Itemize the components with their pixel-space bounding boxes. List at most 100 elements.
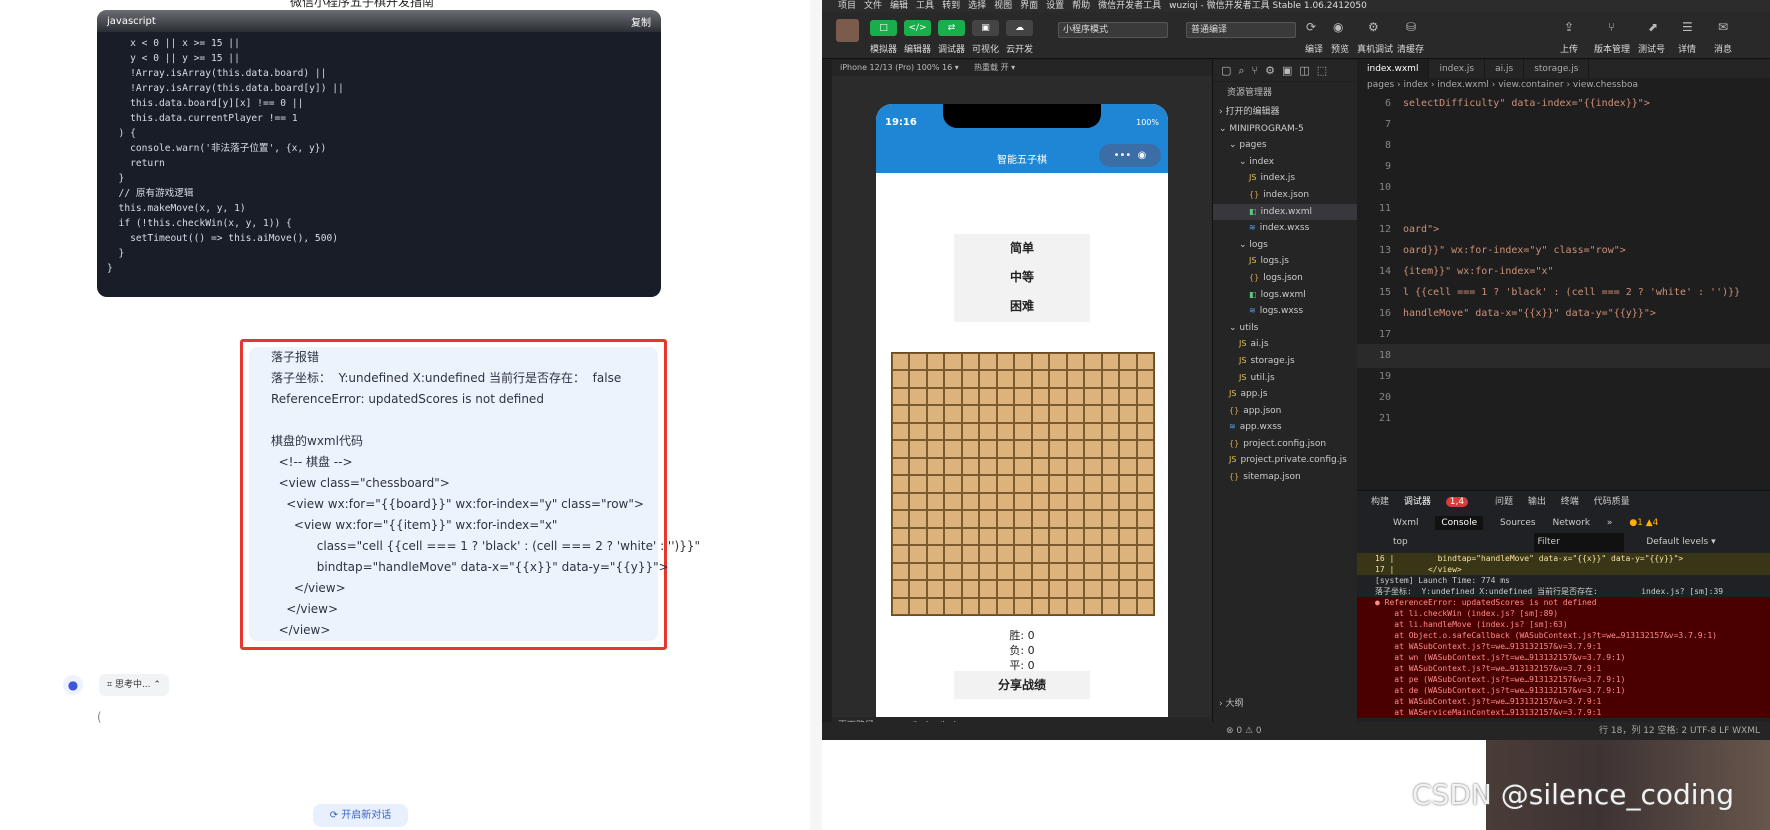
board-cell[interactable]: [1014, 492, 1032, 511]
file-tree-item[interactable]: ≋ app.wxss: [1213, 419, 1357, 436]
editor-tab[interactable]: ai.js: [1485, 60, 1525, 78]
tab-output[interactable]: 输出: [1528, 497, 1546, 507]
visual-icon[interactable]: ▣: [972, 20, 999, 36]
board-cell[interactable]: [1119, 475, 1137, 493]
board-cell[interactable]: [892, 475, 910, 493]
cloud-icon[interactable]: ☁: [1006, 20, 1033, 36]
board-cell[interactable]: [1084, 440, 1102, 458]
board-cell[interactable]: [979, 510, 997, 528]
board-cell[interactable]: [944, 422, 962, 441]
file-tree-item[interactable]: ⌄ pages: [1213, 137, 1357, 154]
board-cell[interactable]: [1066, 510, 1085, 528]
menu-item[interactable]: 工具: [916, 1, 934, 11]
board-cell[interactable]: [1049, 562, 1067, 581]
board-cell[interactable]: [979, 440, 997, 458]
board-cell[interactable]: [1066, 475, 1085, 493]
compile-icon[interactable]: ⟳: [1306, 20, 1316, 34]
board-cell[interactable]: [961, 405, 980, 423]
details-icon[interactable]: ☰: [1682, 20, 1693, 34]
board-cell[interactable]: [979, 475, 997, 493]
board-cell[interactable]: [1049, 580, 1067, 598]
board-cell[interactable]: [1136, 580, 1154, 598]
board-cell[interactable]: [1031, 353, 1050, 371]
menu-bar[interactable]: 项目 文件 编辑 工具 转到 选择 视图 界面 设置 帮助 微信开发者工具 wuziqi - 微信开发…: [822, 0, 1770, 12]
board-cell[interactable]: [979, 580, 997, 598]
board-cell[interactable]: [926, 387, 945, 406]
menu-item[interactable]: 设置: [1046, 1, 1064, 11]
simulator-icon[interactable]: □: [870, 20, 897, 36]
board-cell[interactable]: [961, 562, 980, 581]
board-cell[interactable]: [979, 353, 997, 371]
board-cell[interactable]: [1049, 422, 1067, 441]
board-cell[interactable]: [1136, 492, 1154, 511]
board-cell[interactable]: [1031, 387, 1050, 406]
menu-item[interactable]: 项目: [838, 1, 856, 11]
filter-input[interactable]: Filter: [1533, 533, 1624, 552]
file-tree-item[interactable]: › 打开的编辑器: [1213, 104, 1357, 121]
share-button[interactable]: 分享战绩: [954, 671, 1090, 699]
board-cell[interactable]: [926, 545, 945, 563]
board-cell[interactable]: [1084, 422, 1102, 441]
board-cell[interactable]: [1066, 370, 1085, 388]
board-cell[interactable]: [961, 580, 980, 598]
board-cell[interactable]: [961, 440, 980, 458]
board-cell[interactable]: [909, 440, 927, 458]
board-cell[interactable]: [1084, 527, 1102, 546]
board-cell[interactable]: [909, 562, 927, 581]
board-cell[interactable]: [926, 475, 945, 493]
board-cell[interactable]: [909, 475, 927, 493]
board-cell[interactable]: [1136, 527, 1154, 546]
code-editor[interactable]: index.wxml index.js ai.js storage.js pages …: [1357, 60, 1770, 490]
board-cell[interactable]: [1084, 580, 1102, 598]
board-cell[interactable]: [944, 405, 962, 423]
board-cell[interactable]: [961, 492, 980, 511]
board-cell[interactable]: [1101, 510, 1120, 528]
board-cell[interactable]: [1136, 475, 1154, 493]
board-cell[interactable]: [1119, 422, 1137, 441]
tab-code-quality[interactable]: 代码质量: [1594, 497, 1630, 507]
board-cell[interactable]: [961, 510, 980, 528]
board-cell[interactable]: [1066, 580, 1085, 598]
board-cell[interactable]: [1119, 440, 1137, 458]
board-cell[interactable]: [1119, 405, 1137, 423]
board-cell[interactable]: [892, 457, 910, 476]
board-cell[interactable]: [1066, 562, 1085, 581]
board-cell[interactable]: [1031, 475, 1050, 493]
board-cell[interactable]: [892, 353, 910, 371]
menu-item[interactable]: 界面: [1020, 1, 1038, 11]
file-tree-item[interactable]: ⌄ MINIPROGRAM-5: [1213, 121, 1357, 138]
menu-item[interactable]: 转到: [942, 1, 960, 11]
file-tree-item[interactable]: JS ai.js: [1213, 336, 1357, 353]
capsule-button[interactable]: ••• ◉: [1099, 144, 1161, 167]
menu-item[interactable]: 编辑: [890, 1, 908, 11]
board-cell[interactable]: [996, 597, 1015, 615]
board-cell[interactable]: [1101, 597, 1120, 615]
test-icon[interactable]: ⬈: [1648, 20, 1658, 34]
board-cell[interactable]: [1031, 597, 1050, 615]
version-icon[interactable]: ⑂: [1608, 20, 1615, 34]
board-cell[interactable]: [892, 545, 910, 563]
board-cell[interactable]: [1136, 545, 1154, 563]
board-cell[interactable]: [961, 370, 980, 388]
file-tree-item[interactable]: ≋ index.wxss: [1213, 220, 1357, 237]
file-tree-item[interactable]: {} app.json: [1213, 403, 1357, 420]
board-cell[interactable]: [892, 580, 910, 598]
board-cell[interactable]: [1136, 440, 1154, 458]
preview-icon[interactable]: ◉: [1333, 20, 1343, 34]
board-cell[interactable]: [909, 370, 927, 388]
board-cell[interactable]: [892, 492, 910, 511]
board-cell[interactable]: [909, 457, 927, 476]
problem-count[interactable]: ⊗ 0 ⚠ 0: [1226, 722, 1262, 740]
board-cell[interactable]: [926, 580, 945, 598]
board-cell[interactable]: [1119, 580, 1137, 598]
board-cell[interactable]: [1014, 370, 1032, 388]
board-cell[interactable]: [909, 580, 927, 598]
board-cell[interactable]: [892, 440, 910, 458]
board-cell[interactable]: [1014, 353, 1032, 371]
board-cell[interactable]: [996, 545, 1015, 563]
board-cell[interactable]: [1101, 545, 1120, 563]
avatar[interactable]: [836, 19, 859, 42]
board-cell[interactable]: [996, 440, 1015, 458]
board-cell[interactable]: [892, 405, 910, 423]
board-cell[interactable]: [1066, 422, 1085, 441]
